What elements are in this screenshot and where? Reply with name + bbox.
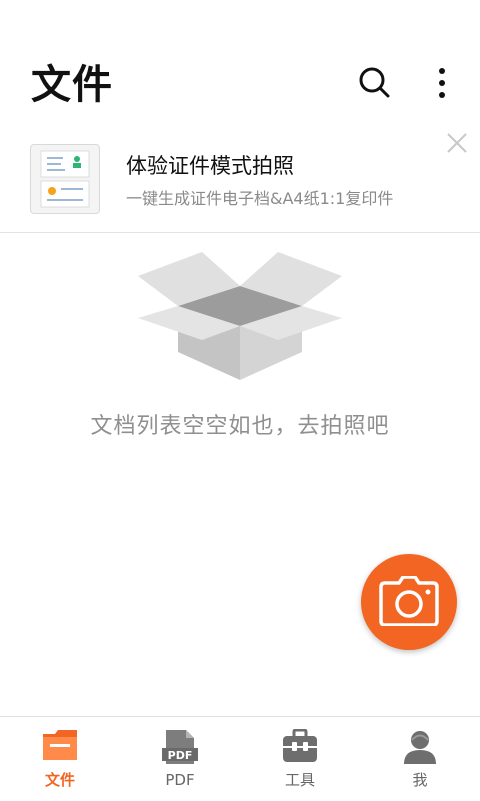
nav-item-files[interactable]: 文件 — [0, 717, 120, 801]
nav-label-me: 我 — [412, 771, 428, 789]
promo-thumbnail — [30, 144, 100, 214]
page-title: 文件 — [31, 62, 113, 108]
svg-text:PDF: PDF — [168, 749, 193, 762]
more-vertical-icon — [439, 68, 445, 98]
id-card-icon — [40, 150, 90, 208]
nav-item-pdf[interactable]: PDF PDF — [120, 717, 240, 801]
search-button[interactable] — [356, 64, 392, 100]
camera-button[interactable] — [361, 554, 457, 650]
empty-box-icon — [138, 252, 342, 380]
divider — [0, 232, 480, 233]
camera-icon — [379, 576, 439, 626]
nav-label-files: 文件 — [44, 771, 75, 789]
search-icon — [359, 67, 390, 98]
user-icon — [404, 731, 436, 764]
close-icon — [447, 133, 467, 153]
toolbox-icon — [283, 729, 317, 762]
empty-state-message: 文档列表空空如也，去拍照吧 — [90, 414, 390, 439]
close-promo-button[interactable] — [444, 130, 470, 156]
more-options-button[interactable] — [430, 66, 454, 100]
promo-title: 体验证件模式拍照 — [126, 154, 294, 178]
folder-icon — [43, 730, 77, 760]
empty-box-illustration — [136, 248, 344, 384]
pdf-icon: PDF — [162, 730, 198, 764]
nav-label-tools: 工具 — [284, 771, 315, 789]
promo-subtitle: 一键生成证件电子档&A4纸1:1复印件 — [126, 189, 394, 208]
bottom-navigation: 文件 PDF PDF 工具 我 — [0, 716, 480, 800]
nav-item-me[interactable]: 我 — [360, 717, 480, 801]
nav-label-pdf: PDF — [165, 771, 195, 789]
app-header: 文件 — [0, 0, 480, 130]
id-photo-promo-banner[interactable]: 体验证件模式拍照 一键生成证件电子档&A4纸1:1复印件 — [0, 140, 480, 232]
nav-item-tools[interactable]: 工具 — [240, 717, 360, 801]
